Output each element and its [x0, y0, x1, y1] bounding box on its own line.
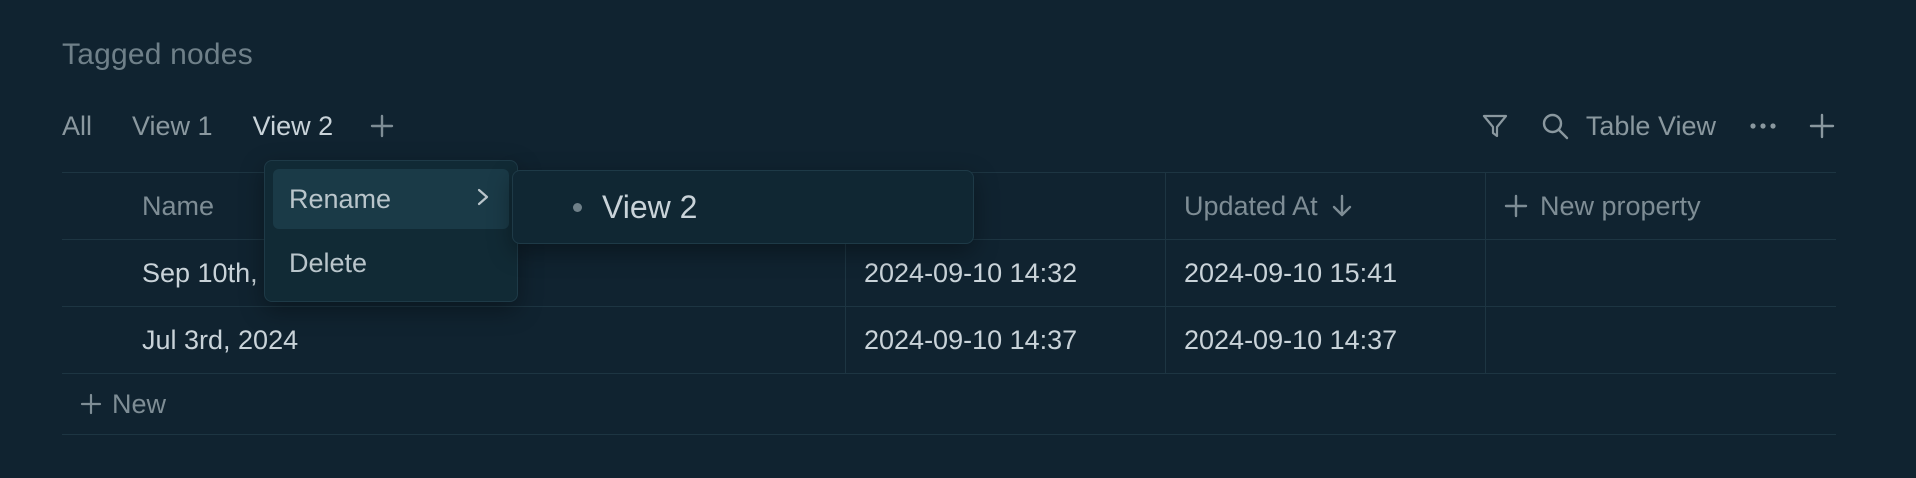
view-context-menu: Rename Delete [264, 160, 518, 302]
tab-view-1[interactable]: View 1 [132, 111, 213, 142]
new-property-button[interactable]: New property [1485, 173, 1836, 239]
column-header-updated-at[interactable]: Updated At [1165, 173, 1485, 239]
add-view-button[interactable] [367, 111, 397, 141]
menu-item-delete[interactable]: Delete [273, 233, 509, 293]
add-new-row-label: New [112, 388, 167, 419]
view-type-label[interactable]: Table View [1586, 111, 1716, 142]
cell-empty[interactable] [1485, 307, 1836, 373]
cell-name[interactable]: Jul 3rd, 2024 [62, 307, 845, 373]
cell-updated-at[interactable]: 2024-09-10 14:37 [1165, 307, 1485, 373]
table-row: Jul 3rd, 2024 2024-09-10 14:37 2024-09-1… [62, 306, 1836, 373]
plus-icon [1809, 113, 1835, 139]
menu-item-label: Rename [289, 183, 392, 214]
search-button[interactable] [1538, 109, 1572, 143]
filter-icon [1482, 114, 1508, 138]
cell-created-at[interactable]: 2024-09-10 14:32 [845, 240, 1165, 306]
more-horizontal-icon [1750, 123, 1776, 129]
table-toolbar: Table View [1478, 104, 1838, 148]
arrow-down-icon [1330, 193, 1354, 219]
menu-item-label: Delete [289, 247, 368, 278]
cell-updated-at[interactable]: 2024-09-10 15:41 [1165, 240, 1485, 306]
section-title: Tagged nodes [62, 38, 253, 71]
add-new-row-button[interactable]: New [62, 373, 1836, 435]
chevron-right-icon [473, 184, 493, 215]
plus-icon [370, 114, 394, 138]
plus-icon [80, 393, 102, 415]
rename-input[interactable] [602, 188, 922, 226]
plus-icon [1504, 194, 1528, 218]
tab-all[interactable]: All [62, 111, 92, 142]
column-header-label: Updated At [1184, 190, 1318, 221]
add-row-button[interactable] [1806, 110, 1838, 142]
cell-empty[interactable] [1485, 240, 1836, 306]
column-header-label: Name [142, 190, 215, 221]
view-tabs: All View 1 View 2 [62, 106, 397, 146]
cell-created-at[interactable]: 2024-09-10 14:37 [845, 307, 1165, 373]
rename-submenu [512, 170, 974, 244]
search-icon [1542, 113, 1569, 140]
bullet-icon [573, 202, 582, 212]
more-options-button[interactable] [1746, 109, 1780, 143]
new-property-label: New property [1540, 190, 1701, 221]
menu-item-rename[interactable]: Rename [273, 169, 509, 229]
filter-button[interactable] [1478, 109, 1512, 143]
tab-view-2[interactable]: View 2 [253, 111, 334, 142]
